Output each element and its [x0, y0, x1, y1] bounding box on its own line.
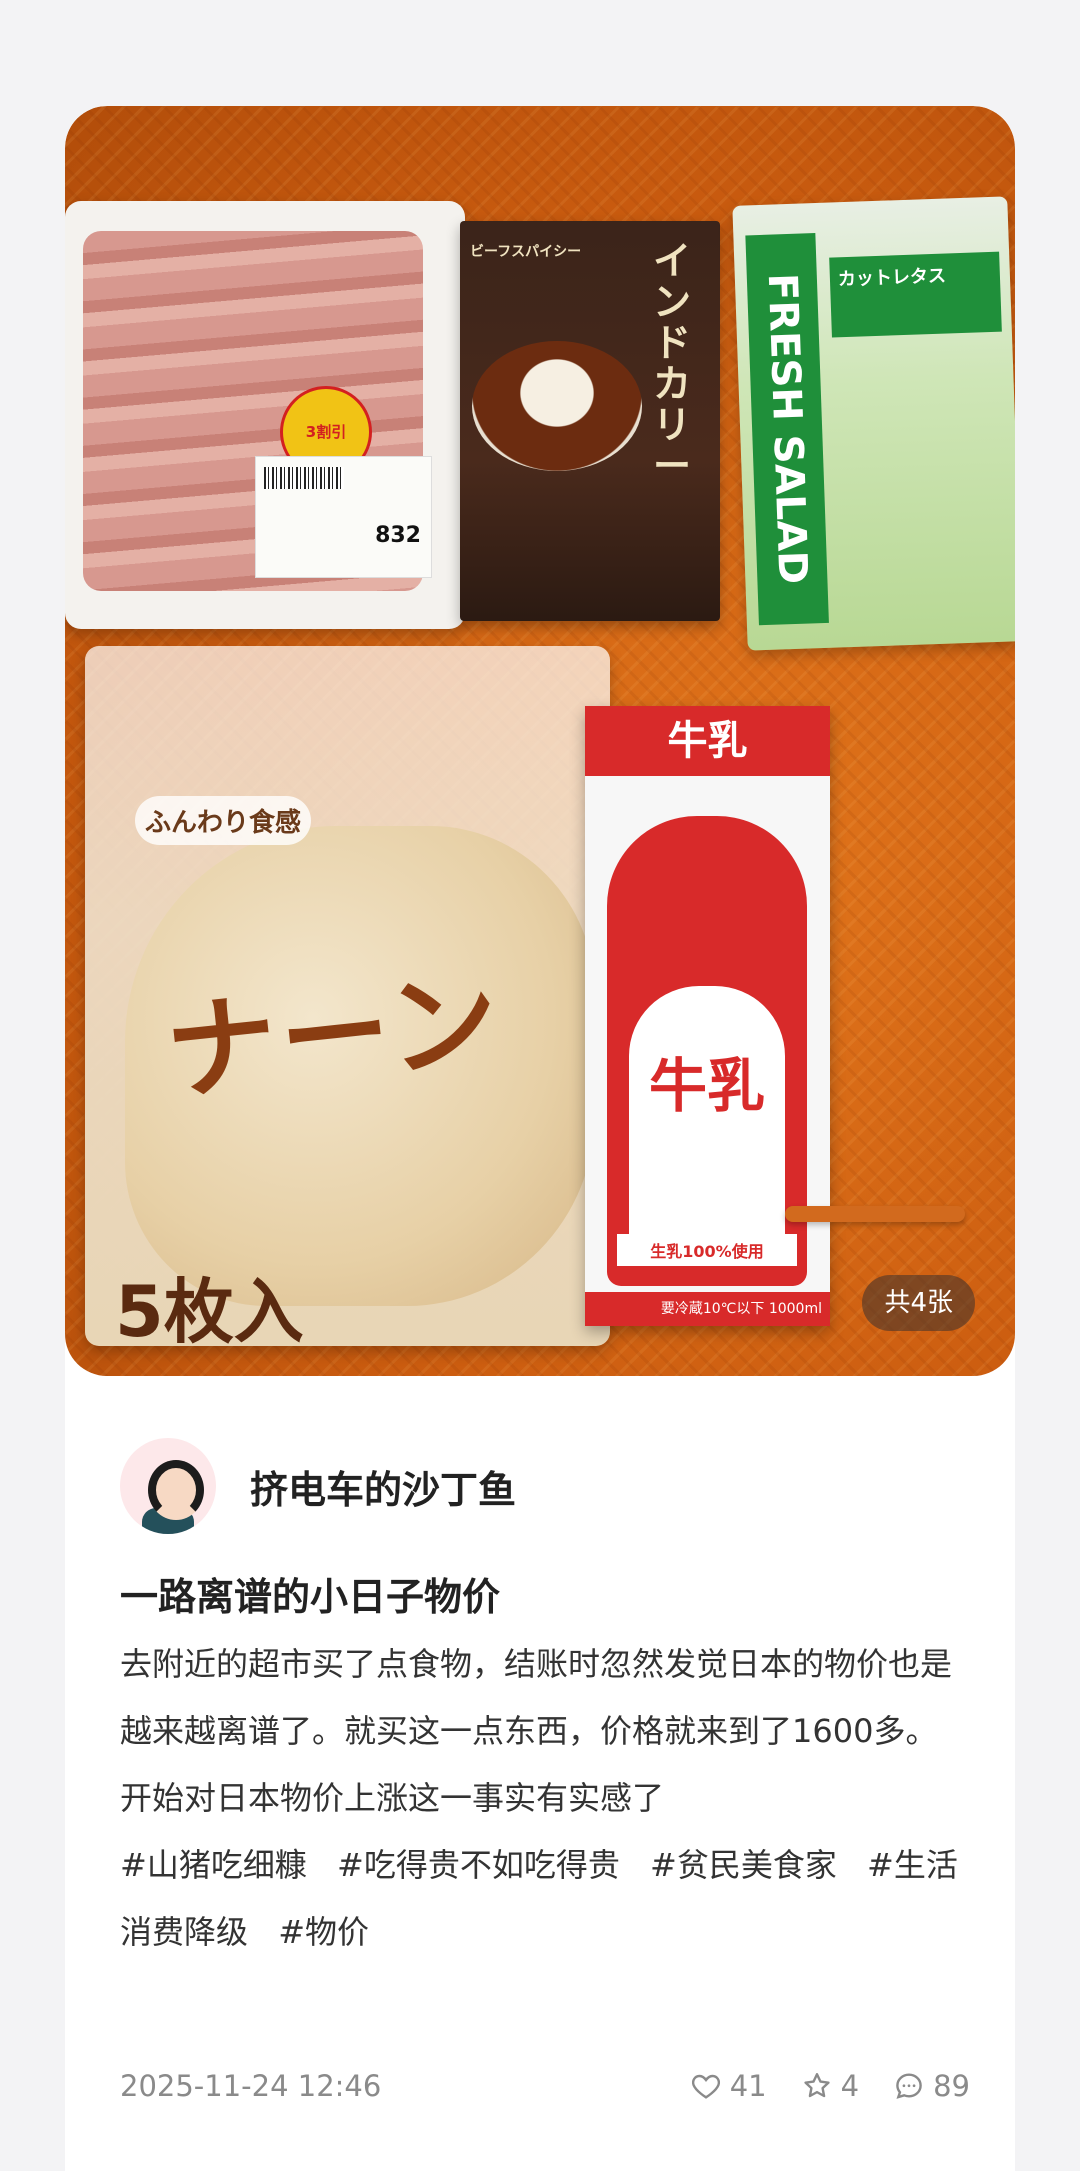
curry-box: ビーフスパイシー インドカリー — [460, 221, 720, 621]
post-photo[interactable]: 3割引 832 ビーフスパイシー インドカリー FRESH SALAD カットレ… — [65, 106, 1015, 1376]
heart-icon — [691, 2074, 720, 2099]
favorite-button[interactable]: 4 — [801, 2069, 859, 2103]
curry-plate — [472, 341, 642, 471]
milk-tag: 生乳100%使用 — [617, 1234, 797, 1266]
tag-item[interactable]: #山猪吃细糠 — [120, 1846, 307, 1884]
comment-button[interactable]: 89 — [893, 2069, 970, 2103]
milk-bottle-graphic: 牛乳 生乳100%使用 — [607, 816, 807, 1286]
pork-tray: 3割引 832 — [65, 201, 465, 629]
post-card: 3割引 832 ビーフスパイシー インドカリー FRESH SALAD カットレ… — [65, 106, 1015, 2171]
tag-list: #山猪吃细糠 #吃得贵不如吃得贵 #贫民美食家 #生活消费降级 #物价 — [120, 1832, 980, 1966]
body-line-2: 开始对日本物价上涨这一事实有实感了 — [120, 1779, 665, 1817]
price-value: 832 — [375, 523, 421, 548]
author-name[interactable]: 挤电车的沙丁鱼 — [250, 1459, 516, 1514]
body-line-1: 去附近的超市买了点食物，结账时忽然发觉日本的物价也是越来越离谱了。就买这一点东西… — [120, 1645, 953, 1750]
curry-title: インドカリー — [652, 239, 691, 489]
lettuce-band: FRESH SALAD — [745, 233, 829, 626]
spoon — [785, 1206, 965, 1222]
tag-item[interactable]: #贫民美食家 — [650, 1846, 837, 1884]
like-count: 41 — [729, 2069, 767, 2103]
milk-inner: 牛乳 — [629, 986, 785, 1256]
author-row[interactable]: 挤电车的沙丁鱼 — [120, 1436, 516, 1536]
curry-subtitle: ビーフスパイシー — [470, 244, 582, 260]
milk-main-text: 牛乳 — [648, 1052, 765, 1120]
post-title: 一路离谱的小日子物价 — [120, 1575, 501, 1619]
lettuce-label: カットレタス — [829, 251, 1002, 338]
milk-header: 牛乳 — [585, 706, 830, 776]
naan-tagline: ふんわり食感 — [135, 796, 312, 845]
post-date: 2025-11-24 12:46 — [120, 2069, 382, 2103]
post-meta: 2025-11-24 12:46 41 4 89 — [120, 2061, 970, 2111]
comment-count: 89 — [933, 2069, 970, 2103]
milk-volume: 要冷蔵10℃以下 1000ml — [585, 1292, 830, 1326]
like-button[interactable]: 41 — [690, 2069, 767, 2103]
tag-item[interactable]: #物价 — [278, 1913, 369, 1951]
lettuce-bag: FRESH SALAD カットレタス — [732, 196, 1015, 651]
milk-carton: 牛乳 牛乳 生乳100%使用 要冷蔵10℃以下 1000ml — [585, 706, 830, 1326]
avatar[interactable] — [120, 1438, 216, 1534]
barcode — [264, 467, 344, 489]
star-icon — [803, 2073, 830, 2098]
avatar-face — [148, 1460, 204, 1520]
post-body: 去附近的超市买了点食物，结账时忽然发觉日本的物价也是越来越离谱了。就买这一点东西… — [120, 1631, 980, 1966]
price-label: 832 — [255, 456, 432, 578]
tag-item[interactable]: #吃得贵不如吃得贵 — [337, 1846, 620, 1884]
image-count-badge[interactable]: 共4张 — [862, 1275, 975, 1331]
naan-bag: ふんわり食感 ナーン 5枚入 — [85, 646, 610, 1353]
favorite-count: 4 — [840, 2069, 860, 2103]
comment-icon — [896, 2073, 922, 2099]
naan-count: 5枚入 — [115, 1271, 304, 1353]
